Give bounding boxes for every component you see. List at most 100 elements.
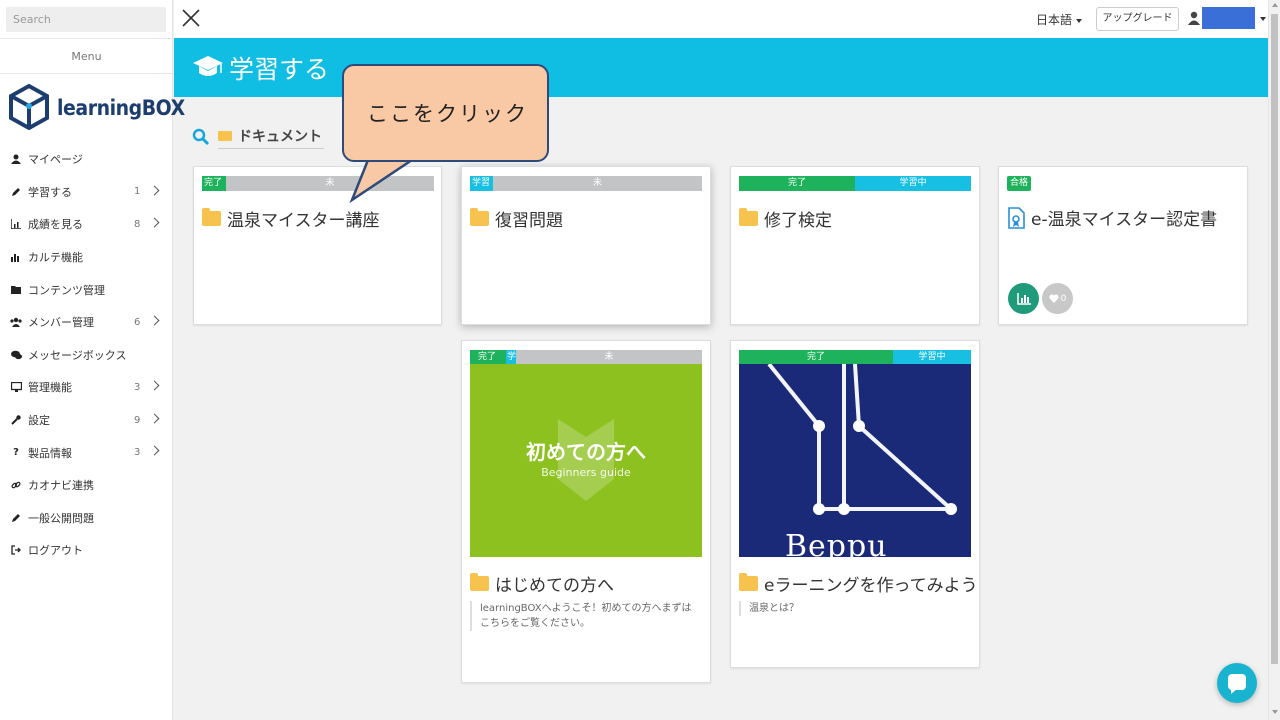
progress-bar: 完了 学 未 [470,350,702,365]
course-card[interactable]: 完了 学 未 初めての方へ Beginners guide はじめての方へ le… [461,340,711,683]
chevron-right-icon [149,445,160,456]
folder-icon [470,208,489,226]
card-title[interactable]: e-温泉マイスター認定書 [1007,205,1217,230]
sidebar-item-label: コンテンツ管理 [28,283,105,297]
search-input[interactable]: Search [6,7,166,32]
status-complete: 完了 [202,176,226,191]
card-description: learningBOXへようこそ！初めての方へまずはこちらをご覧ください。 [470,601,692,631]
status-learning: 学 [506,350,516,365]
sidebar-item-label: カルテ機能 [28,251,83,265]
page-title: 学習する [229,55,330,84]
card-title[interactable]: はじめての方へ [470,571,614,596]
sidebar-item-mypage[interactable]: マイページ [0,143,173,176]
logout-icon [10,544,22,556]
caret-down-icon [1260,17,1266,21]
language-dropdown[interactable]: 日本語 [1036,11,1083,28]
callout-text: ここをクリック [367,102,528,126]
card-title-text: e-温泉マイスター認定書 [1031,210,1218,230]
sidebar-item-results[interactable]: 成績を見る 8 [0,208,173,241]
monitor-icon [10,381,22,393]
card-title-text: 復習問題 [495,211,563,231]
course-card[interactable]: 学習 未 復習問題 [461,166,711,325]
pencil-icon [10,512,22,524]
chart-icon [10,218,22,230]
sidebar-item-learn[interactable]: 学習する 1 [0,176,173,209]
scroll-down-icon[interactable] [1272,710,1278,714]
card-description: 温泉とは？ [739,601,961,616]
breadcrumb[interactable]: ドキュメント [218,126,324,149]
sidebar-item-count: 8 [134,218,141,230]
heart-icon [1048,294,1059,303]
sidebar-item-count: 1 [134,186,141,198]
chevron-right-icon [149,185,160,196]
chat-button[interactable] [1217,663,1257,703]
sidebar-item-members[interactable]: メンバー管理 6 [0,306,173,339]
link-icon [10,479,22,491]
certificate-icon [1008,206,1025,229]
sidebar-item-public-questions[interactable]: 一般公開問題 [0,502,173,535]
chat-bubble-icon [1228,674,1246,694]
status-badge: 合格 [1007,176,1032,191]
logo-cube-icon [9,83,49,131]
sidebar-item-label: 学習する [28,185,72,199]
sidebar-item-label: 成績を見る [28,218,83,232]
user-icon [10,153,22,165]
sidebar-item-contents[interactable]: コンテンツ管理 [0,273,173,306]
sidebar-item-product-info[interactable]: ? 製品情報 3 [0,436,173,469]
card-title-text: eラーニングを作ってみよう [764,576,978,596]
user-icon [1188,11,1200,25]
topbar: 日本語 アップグレード [174,0,1268,38]
pencil-icon [10,186,22,198]
sidebar-item-karte[interactable]: カルテ機能 [0,241,173,274]
close-icon[interactable] [181,8,201,28]
sidebar-item-kaonavi[interactable]: カオナビ連携 [0,469,173,502]
folder-icon [470,573,489,591]
progress-bar: 学習 未 [470,176,702,191]
user-menu[interactable] [1202,7,1255,29]
sidebar-item-label: 製品情報 [28,446,72,460]
sidebar-item-settings[interactable]: 設定 9 [0,404,173,437]
logo-text: learningBOX [57,96,185,120]
chevron-right-icon [149,217,160,228]
course-thumbnail[interactable]: Beppu [739,364,971,557]
logo[interactable]: learningBOX [8,83,185,137]
folder-icon [218,131,232,141]
card-title[interactable]: eラーニングを作ってみよう [739,571,978,596]
course-thumbnail[interactable]: 初めての方へ Beginners guide [470,364,702,557]
sidebar-item-logout[interactable]: ログアウト [0,534,173,567]
scroll-up-icon[interactable] [1272,3,1278,7]
sidebar-item-label: メッセージボックス [28,348,127,362]
like-button[interactable]: 0 [1042,283,1073,314]
bar-chart-icon [10,251,22,263]
sidebar-item-admin[interactable]: 管理機能 3 [0,371,173,404]
folder-icon [10,284,22,296]
scroll-thumb[interactable] [1271,14,1278,664]
thumbnail-subtitle: Beginners guide [541,466,631,479]
status-not-started: 未 [592,178,602,188]
menu-title: Menu [0,38,173,74]
stats-button[interactable] [1008,283,1039,314]
progress-bar: 完了 学習中 [739,176,971,191]
card-title[interactable]: 修了検定 [739,206,832,231]
sidebar-item-label: 管理機能 [28,381,72,395]
course-card[interactable]: 完了 学習中 修了検定 [730,166,980,325]
course-card[interactable]: 完了 学習中 Beppu eラーニングを作ってみよう 温泉とは？ [730,340,980,668]
status-complete: 完了 [470,350,506,365]
sidebar-item-count: 3 [134,381,141,393]
card-title[interactable]: 復習問題 [470,206,563,231]
status-learning: 学習中 [893,350,971,365]
search-icon[interactable] [192,128,210,146]
status-complete: 完了 [739,350,893,365]
bar-chart-icon [1016,292,1031,305]
sidebar-item-label: メンバー管理 [28,316,94,330]
breadcrumb-label: ドキュメント [238,129,322,145]
scrollbar[interactable] [1268,0,1280,720]
sidebar-item-label: カオナビ連携 [28,479,94,493]
like-count: 0 [1060,293,1067,304]
sidebar-item-messages[interactable]: メッセージボックス [0,339,173,372]
folder-icon [739,208,758,226]
sidebar-item-count: 9 [134,414,141,426]
upgrade-button[interactable]: アップグレード [1096,7,1179,31]
sidebar: Search Menu learningBOX マイページ 学習する 1 成績を… [0,0,185,720]
certificate-card[interactable]: 合格 e-温泉マイスター認定書 0 [998,166,1248,325]
